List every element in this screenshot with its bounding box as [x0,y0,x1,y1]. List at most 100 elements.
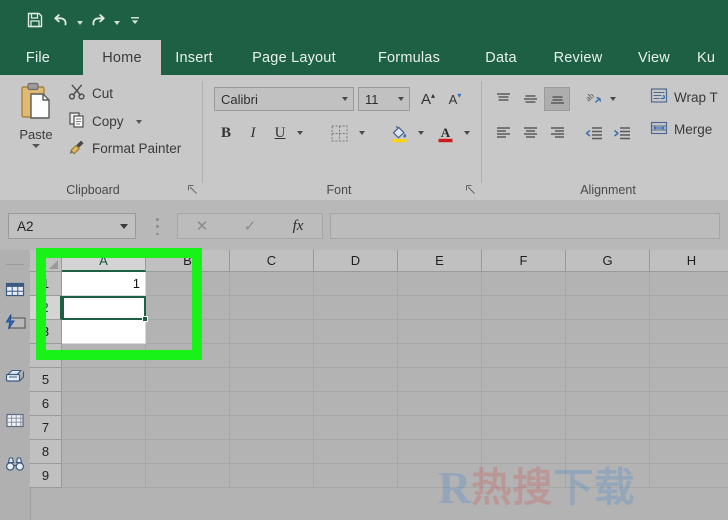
tab-page-layout[interactable]: Page Layout [238,40,350,75]
insert-function-icon[interactable]: fx [274,218,322,235]
row-header-1[interactable]: 1 [30,272,62,296]
font-size-combo[interactable]: 11 [358,87,410,111]
tab-kutools[interactable]: Ku [697,40,728,75]
cell-g2[interactable] [566,296,650,320]
bold-button[interactable]: B [214,121,238,145]
fill-handle[interactable] [142,316,148,322]
undo-dropdown-icon[interactable] [74,8,85,32]
printer-icon[interactable] [3,364,27,388]
cell-b7[interactable] [146,416,230,440]
cell-h3[interactable] [650,320,728,344]
cell-f4[interactable] [482,344,566,368]
cell-d8[interactable] [314,440,398,464]
align-center-button[interactable] [517,121,543,145]
column-header-c[interactable]: C [230,250,314,272]
enter-icon[interactable]: ✓ [226,217,274,235]
cell-c5[interactable] [230,368,314,392]
table-icon[interactable] [3,278,27,302]
copy-dropdown-icon[interactable] [136,120,142,124]
cell-e8[interactable] [398,440,482,464]
cell-a1[interactable]: 1 [62,272,146,296]
cell-b9[interactable] [146,464,230,488]
align-left-button[interactable] [490,121,516,145]
borders-button[interactable] [326,121,352,145]
tab-review[interactable]: Review [545,40,611,75]
tab-formulas[interactable]: Formulas [367,40,451,75]
name-box[interactable]: A2 [8,213,136,239]
cell-g5[interactable] [566,368,650,392]
tab-view[interactable]: View [629,40,679,75]
column-header-a[interactable]: A [62,250,146,272]
increase-indent-button[interactable] [608,121,634,145]
cell-b2[interactable] [146,296,230,320]
cell-h8[interactable] [650,440,728,464]
redo-dropdown-icon[interactable] [111,8,122,32]
shrink-font-button[interactable]: A ▾ [443,87,467,111]
row-header-9[interactable]: 9 [30,464,62,488]
cell-a5[interactable] [62,368,146,392]
cell-b5[interactable] [146,368,230,392]
cell-h2[interactable] [650,296,728,320]
cell-c7[interactable] [230,416,314,440]
cell-g3[interactable] [566,320,650,344]
underline-dropdown-icon[interactable] [293,121,307,145]
row-header-2[interactable]: 2 [30,296,62,320]
cell-d9[interactable] [314,464,398,488]
cell-f9[interactable] [482,464,566,488]
formula-bar-resize-handle[interactable] [155,218,160,235]
cell-a9[interactable] [62,464,146,488]
column-header-d[interactable]: D [314,250,398,272]
copy-button[interactable]: Copy [68,111,142,132]
cell-f3[interactable] [482,320,566,344]
cell-d3[interactable] [314,320,398,344]
row-header-5[interactable]: 5 [30,368,62,392]
cancel-icon[interactable]: ✕ [178,217,226,235]
cell-e7[interactable] [398,416,482,440]
row-header-4[interactable]: 4 [30,344,62,368]
cell-b6[interactable] [146,392,230,416]
cell-h1[interactable] [650,272,728,296]
row-header-7[interactable]: 7 [30,416,62,440]
cut-button[interactable]: Cut [68,83,113,104]
binoculars-icon[interactable] [3,452,27,476]
fill-color-dropdown-icon[interactable] [414,121,428,145]
cell-g9[interactable] [566,464,650,488]
cell-e5[interactable] [398,368,482,392]
italic-button[interactable]: I [241,121,265,145]
redo-icon[interactable] [85,8,111,32]
cell-c4[interactable] [230,344,314,368]
column-header-f[interactable]: F [482,250,566,272]
cell-b3[interactable] [146,320,230,344]
clipboard-dialog-launcher[interactable] [188,185,197,194]
grid-icon[interactable] [3,408,27,432]
cell-f8[interactable] [482,440,566,464]
tab-data[interactable]: Data [475,40,527,75]
font-name-combo[interactable]: Calibri [214,87,354,111]
decrease-indent-button[interactable] [580,121,606,145]
cell-b8[interactable] [146,440,230,464]
cell-f7[interactable] [482,416,566,440]
orientation-dropdown-icon[interactable] [606,87,620,111]
cell-e6[interactable] [398,392,482,416]
font-dialog-launcher[interactable] [466,185,475,194]
cell-a8[interactable] [62,440,146,464]
flash-fill-icon[interactable] [3,310,27,334]
cell-a6[interactable] [62,392,146,416]
row-header-6[interactable]: 6 [30,392,62,416]
customize-quick-access-icon[interactable] [122,8,148,32]
cell-g7[interactable] [566,416,650,440]
cell-a7[interactable] [62,416,146,440]
cell-d2[interactable] [314,296,398,320]
tab-insert[interactable]: Insert [166,40,222,75]
align-middle-button[interactable] [517,87,543,111]
cell-f6[interactable] [482,392,566,416]
cell-b1[interactable] [146,272,230,296]
cell-f1[interactable] [482,272,566,296]
cell-a4[interactable] [62,344,146,368]
font-color-dropdown-icon[interactable] [460,121,474,145]
wrap-text-button[interactable]: Wrap T [650,87,718,108]
cell-e2[interactable] [398,296,482,320]
cell-d7[interactable] [314,416,398,440]
cell-e3[interactable] [398,320,482,344]
column-header-b[interactable]: B [146,250,230,272]
